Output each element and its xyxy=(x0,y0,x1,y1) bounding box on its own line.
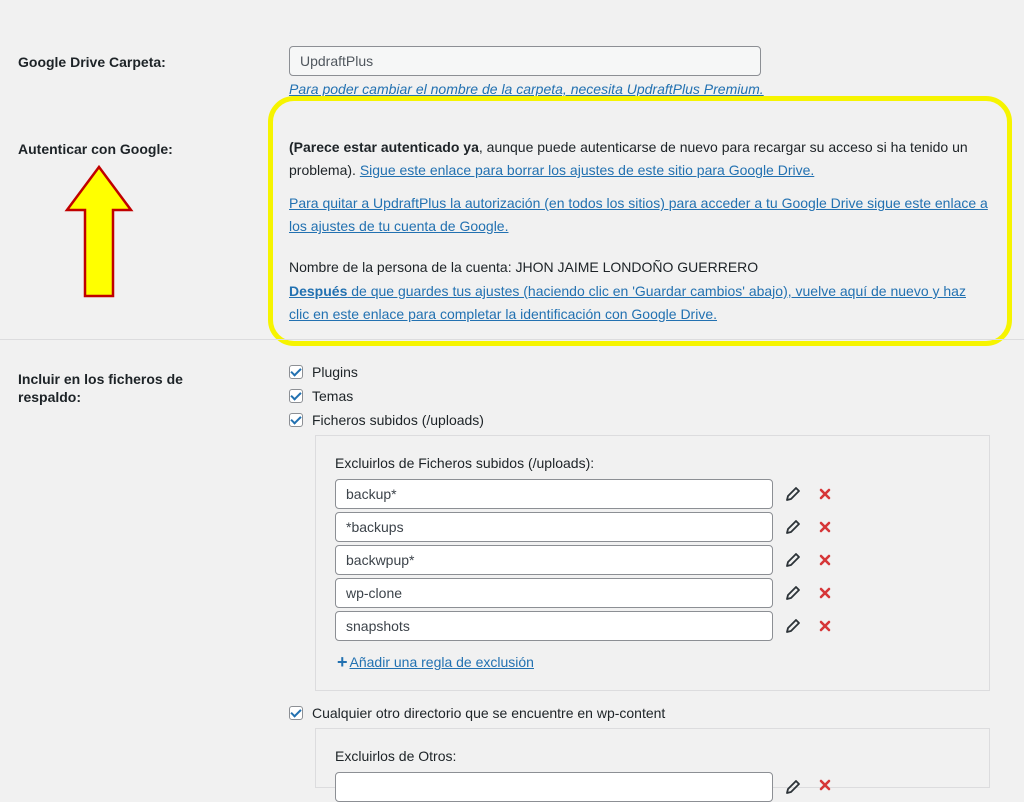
checkbox[interactable] xyxy=(289,365,303,379)
checkbox[interactable] xyxy=(289,413,303,427)
option-other[interactable]: Cualquier otro directorio que se encuent… xyxy=(289,703,665,723)
auth-status-bold: (Parece estar autenticado ya xyxy=(289,139,479,155)
top-cutoff-line xyxy=(0,0,1024,9)
exclude-rule-input[interactable] xyxy=(335,772,773,802)
option-label: Plugins xyxy=(312,364,358,380)
option-label: Ficheros subidos (/uploads) xyxy=(312,412,484,428)
section-divider xyxy=(0,339,1024,340)
auth-label: Autenticar con Google: xyxy=(18,141,173,157)
option-label: Temas xyxy=(312,388,354,404)
delete-icon[interactable] xyxy=(819,554,831,566)
option-themes[interactable]: Temas xyxy=(289,386,353,406)
include-label: Incluir en los ficheros de respaldo: xyxy=(18,371,183,405)
checkbox[interactable] xyxy=(289,706,303,720)
revoke-para: Para quitar a UpdraftPlus la autorizació… xyxy=(289,192,989,238)
pencil-icon[interactable] xyxy=(785,585,801,601)
complete-auth-link[interactable]: Después de que guardes tus ajustes (haci… xyxy=(289,283,966,322)
revoke-access-link[interactable]: Para quitar a UpdraftPlus la autorizació… xyxy=(289,195,988,234)
add-rule-link[interactable]: Añadir una regla de exclusión xyxy=(350,654,534,670)
delete-icon[interactable] xyxy=(819,521,831,533)
option-uploads[interactable]: Ficheros subidos (/uploads) xyxy=(289,410,484,430)
other-exclude-title: Excluirlos de Otros: xyxy=(335,748,457,764)
add-rule[interactable]: + Añadir una regla de exclusión xyxy=(337,653,534,671)
folder-input[interactable]: UpdraftPlus xyxy=(289,46,761,76)
uploads-exclude-title: Excluirlos de Ficheros subidos (/uploads… xyxy=(335,455,595,471)
exclude-rule-input[interactable]: *backups xyxy=(335,512,773,542)
pencil-icon[interactable] xyxy=(785,486,801,502)
option-plugins[interactable]: Plugins xyxy=(289,362,358,382)
up-arrow-annotation xyxy=(64,164,134,298)
option-label: Cualquier otro directorio que se encuent… xyxy=(312,705,666,721)
after-bold: Después xyxy=(289,283,348,299)
auth-status: (Parece estar autenticado ya, aunque pue… xyxy=(289,136,989,182)
pencil-icon[interactable] xyxy=(785,519,801,535)
pencil-icon[interactable] xyxy=(785,618,801,634)
plus-icon: + xyxy=(337,652,348,672)
exclude-rule-input[interactable]: backup* xyxy=(335,479,773,509)
reset-settings-link[interactable]: Sigue este enlace para borrar los ajuste… xyxy=(360,162,814,178)
exclude-rule-input[interactable]: wp-clone xyxy=(335,578,773,608)
after-save-para: Después de que guardes tus ajustes (haci… xyxy=(289,280,989,326)
premium-note-link[interactable]: Para poder cambiar el nombre de la carpe… xyxy=(289,81,764,97)
checkbox[interactable] xyxy=(289,389,303,403)
delete-icon[interactable] xyxy=(819,620,831,632)
delete-icon[interactable] xyxy=(819,587,831,599)
after-text: de que guardes tus ajustes (haciendo cli… xyxy=(289,283,966,322)
pencil-icon[interactable] xyxy=(785,779,801,795)
auth-info: (Parece estar autenticado ya, aunque pue… xyxy=(289,136,989,326)
delete-icon[interactable] xyxy=(819,779,831,791)
delete-icon[interactable] xyxy=(819,488,831,500)
exclude-rule-input[interactable]: snapshots xyxy=(335,611,773,641)
exclude-rule-input[interactable]: backwpup* xyxy=(335,545,773,575)
account-owner: Nombre de la persona de la cuenta: JHON … xyxy=(289,259,759,275)
pencil-icon[interactable] xyxy=(785,552,801,568)
folder-label: Google Drive Carpeta: xyxy=(18,54,166,70)
